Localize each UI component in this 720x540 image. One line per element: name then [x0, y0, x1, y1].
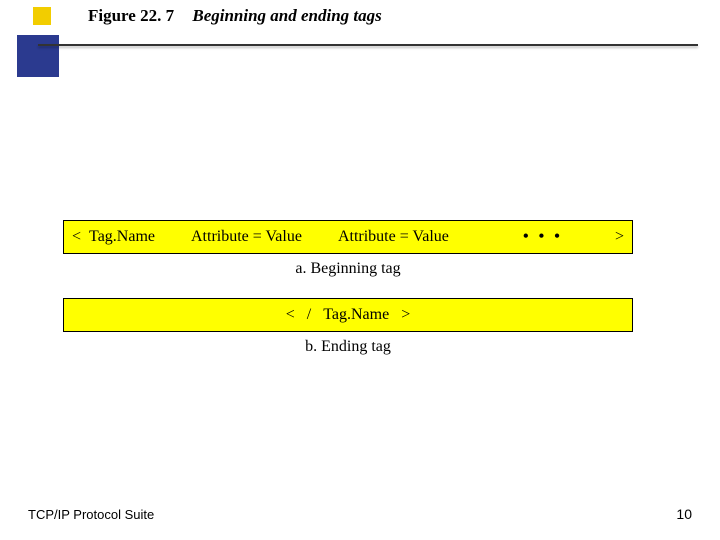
ending-tag-box: < / Tag.Name >	[63, 298, 633, 332]
tag-name-text: Tag.Name	[319, 306, 393, 323]
ellipsis-text: • • •	[479, 221, 607, 253]
slash-symbol: /	[303, 306, 315, 323]
tag-name-text: Tag.Name	[83, 221, 185, 253]
diagram-area: < Tag.Name Attribute = Value Attribute =…	[63, 220, 633, 376]
slide-decor	[0, 0, 80, 100]
less-than-symbol: <	[282, 306, 299, 323]
attribute-pair-2: Attribute = Value	[332, 221, 479, 253]
page-number: 10	[676, 506, 692, 522]
figure-number: Figure 22. 7	[88, 6, 174, 25]
beginning-tag-caption: a. Beginning tag	[63, 260, 633, 278]
decor-blue-square	[17, 35, 59, 77]
figure-heading: Figure 22. 7 Beginning and ending tags	[88, 6, 382, 26]
attribute-pair-1: Attribute = Value	[185, 221, 332, 253]
footer-text: TCP/IP Protocol Suite	[28, 507, 154, 522]
decor-yellow-square	[33, 7, 51, 25]
greater-than-symbol: >	[607, 221, 632, 253]
figure-title: Beginning and ending tags	[192, 6, 381, 25]
title-underline	[38, 44, 698, 46]
ending-tag-caption: b. Ending tag	[63, 338, 633, 356]
beginning-tag-box: < Tag.Name Attribute = Value Attribute =…	[63, 220, 633, 254]
less-than-symbol: <	[64, 221, 83, 253]
greater-than-symbol: >	[397, 306, 414, 323]
